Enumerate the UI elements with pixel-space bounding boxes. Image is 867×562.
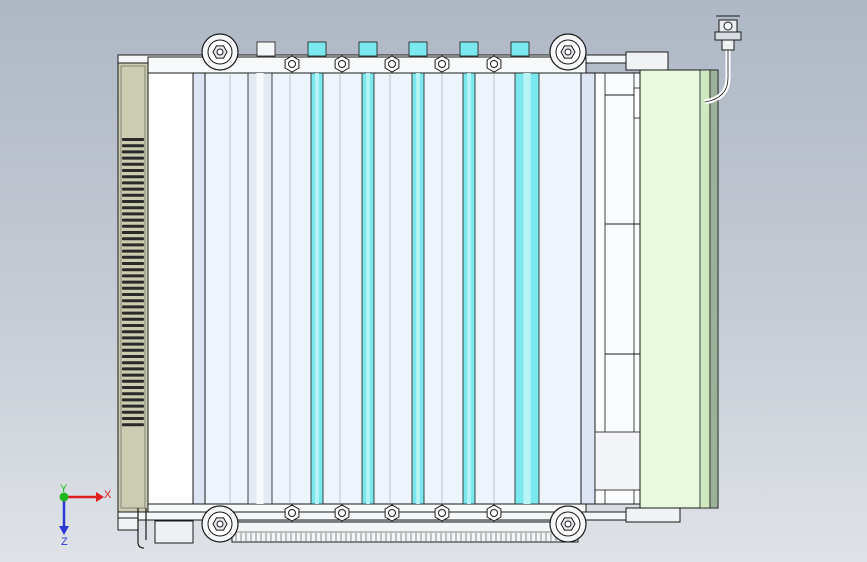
mount-ring-icon [201, 33, 239, 71]
vent-slot [122, 355, 144, 358]
vent-slot [122, 348, 144, 352]
vent-slot [122, 138, 144, 141]
vent-slot [122, 193, 144, 197]
vent-slot [122, 268, 144, 272]
vent-slot [122, 330, 144, 334]
connector-stub [307, 41, 327, 57]
tube-highlight [523, 73, 531, 504]
x-axis-label: X [104, 489, 112, 501]
vent-slot [122, 404, 144, 408]
connector-stub [510, 41, 530, 57]
hex-bolt-icon [384, 504, 400, 522]
top-connector-stubs [256, 41, 530, 57]
vent-slot [122, 324, 144, 327]
vent-slot [122, 181, 144, 185]
tube-highlight [416, 73, 420, 504]
mount-ring-icon [201, 505, 239, 543]
vent-slot [122, 224, 144, 228]
axis-triad-icon: X Y Z [59, 483, 112, 548]
vent-slot [122, 175, 144, 179]
vent-slot [122, 392, 144, 396]
vent-slot [122, 280, 144, 284]
hex-bolt-icon [334, 55, 350, 73]
hex-bolt-icon [486, 55, 502, 73]
mount-ring-icon [549, 505, 587, 543]
vent-slot [122, 299, 144, 303]
vent-slot [122, 162, 144, 166]
hex-bolt-icon [284, 55, 300, 73]
tube-highlight [366, 73, 370, 504]
vent-slot [122, 255, 144, 259]
side-cover-panel [639, 69, 719, 509]
vent-slot [122, 249, 144, 253]
vent-slot [122, 361, 144, 365]
vent-slot [122, 423, 144, 427]
vent-slot [122, 187, 144, 191]
vent-slot [122, 367, 144, 371]
z-axis-arrowhead [59, 526, 69, 535]
hex-bolt-icon [434, 55, 450, 73]
tube-highlight [256, 73, 264, 504]
connector-stub [408, 41, 428, 57]
vent-slot [122, 317, 144, 321]
vent-slot [122, 237, 144, 241]
vent-slot [122, 231, 144, 234]
vent-slot [122, 286, 144, 290]
left-inner-frame [147, 69, 206, 507]
connector-stub [358, 41, 378, 57]
tube-highlight [467, 73, 471, 504]
vent-slot [122, 379, 144, 383]
bottom-rail [231, 521, 579, 543]
vent-slot [122, 156, 144, 160]
vent-slot [122, 218, 144, 222]
connector-stub [459, 41, 479, 57]
left-vent-rail [117, 61, 149, 513]
tube-highlight [315, 73, 319, 504]
vent-slot [122, 410, 144, 414]
hex-bolt-icon [486, 504, 502, 522]
cad-viewport[interactable]: X Y Z [0, 0, 867, 562]
vent-slot [122, 206, 144, 210]
vent-slot [122, 293, 144, 296]
connector-stub [256, 41, 276, 57]
mount-ring-icon [549, 33, 587, 71]
vent-slot [122, 144, 144, 148]
vent-slot [122, 169, 144, 172]
vent-slot [122, 336, 144, 340]
vent-slot [122, 373, 144, 377]
hex-bolt-icon [284, 504, 300, 522]
vent-slot [122, 311, 144, 315]
vent-slot [122, 262, 144, 265]
hex-bolt-icon [434, 504, 450, 522]
z-axis-label: Z [61, 536, 68, 548]
vent-slot [122, 398, 144, 402]
vent-slot [122, 274, 144, 278]
vent-slot [122, 200, 144, 203]
vent-slot [122, 212, 144, 216]
vent-slot [122, 386, 144, 389]
hex-bolt-icon [334, 504, 350, 522]
cad-model-drawing[interactable]: X Y Z [0, 0, 867, 562]
vent-slot [122, 417, 144, 420]
vent-slot [122, 342, 144, 346]
x-axis-arrowhead [96, 492, 104, 502]
y-axis-label: Y [60, 483, 68, 495]
vent-slot [122, 150, 144, 154]
vent-slot [122, 243, 144, 247]
vent-slot [122, 305, 144, 309]
hex-bolt-icon [384, 55, 400, 73]
